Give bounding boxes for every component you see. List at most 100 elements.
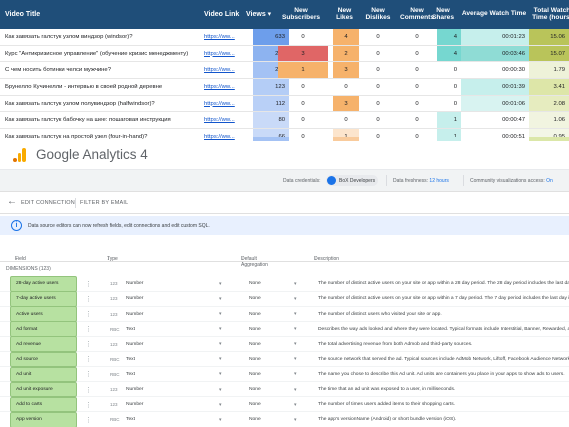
- more-vert-icon[interactable]: ⋮: [85, 291, 92, 307]
- more-vert-icon[interactable]: ⋮: [85, 382, 92, 398]
- more-vert-icon[interactable]: ⋮: [85, 352, 92, 368]
- chevron-down-icon[interactable]: ▾: [294, 321, 297, 337]
- col-new-shares[interactable]: New Shares: [425, 0, 461, 29]
- cell-link[interactable]: https://ww...: [204, 29, 244, 45]
- field-name-chip[interactable]: Ad source: [10, 351, 77, 368]
- field-row[interactable]: 7-day active users ⋮ 123 Number ▾ None ▾ The nu…: [0, 291, 569, 307]
- chevron-down-icon[interactable]: ▾: [219, 352, 222, 368]
- field-type[interactable]: Text: [126, 367, 135, 383]
- field-name-chip[interactable]: Ad revenue: [10, 336, 77, 353]
- more-vert-icon[interactable]: ⋮: [85, 367, 92, 383]
- field-aggregation[interactable]: None: [249, 336, 261, 352]
- chevron-down-icon[interactable]: ▾: [294, 276, 297, 292]
- visualizations-access[interactable]: Community visualizations access: On: [470, 178, 553, 184]
- type-icon: 123: [110, 387, 118, 393]
- field-name-chip[interactable]: Active users: [10, 306, 77, 322]
- chevron-down-icon[interactable]: ▾: [294, 352, 297, 368]
- freshness-label: Data freshness:: [393, 178, 429, 184]
- table-row[interactable]: Как завязать галстук узлом виндзор (wind…: [0, 29, 569, 46]
- col-video-link[interactable]: Video Link: [204, 0, 239, 29]
- chevron-down-icon[interactable]: ▾: [219, 291, 222, 307]
- field-aggregation[interactable]: None: [249, 397, 261, 413]
- field-name-chip[interactable]: 7-day active users: [10, 291, 77, 307]
- cell-link[interactable]: https://ww...: [204, 79, 244, 95]
- cell-link[interactable]: https://ww...: [204, 96, 244, 112]
- field-name-chip[interactable]: Ad unit: [10, 366, 77, 383]
- field-type[interactable]: Number: [126, 397, 143, 413]
- table-row[interactable]: Брунелло Кучинелли - интервью в своей ро…: [0, 79, 569, 96]
- more-vert-icon[interactable]: ⋮: [85, 306, 92, 322]
- chevron-down-icon[interactable]: ▾: [294, 291, 297, 307]
- col-new-subscribers[interactable]: New Subscribers: [278, 0, 324, 29]
- filter-by-email-button[interactable]: FILTER BY EMAIL: [80, 200, 128, 206]
- freshness[interactable]: Data freshness: 12 hours: [393, 178, 449, 184]
- chevron-down-icon[interactable]: ▾: [219, 306, 222, 322]
- field-type[interactable]: Text: [126, 352, 135, 368]
- more-vert-icon[interactable]: ⋮: [85, 397, 92, 413]
- field-row[interactable]: 28-day active users ⋮ 123 Number ▾ None ▾ The n…: [0, 276, 569, 292]
- field-type[interactable]: Number: [126, 276, 143, 292]
- col-average-watch-time[interactable]: Average Watch Time: [458, 0, 530, 29]
- chevron-down-icon[interactable]: ▾: [219, 321, 222, 337]
- cell-link[interactable]: https://ww...: [204, 112, 244, 128]
- chevron-down-icon[interactable]: ▾: [294, 382, 297, 398]
- col-total-watch-time[interactable]: Total Watch Time (hours): [528, 0, 569, 29]
- field-name-chip[interactable]: Ad format: [10, 321, 77, 337]
- field-type[interactable]: Number: [126, 336, 143, 352]
- field-aggregation[interactable]: None: [249, 321, 261, 337]
- field-aggregation[interactable]: None: [249, 291, 261, 307]
- field-row[interactable]: Add to carts ⋮ 123 Number ▾ None ▾ The number o…: [0, 396, 569, 413]
- field-row[interactable]: Ad unit ⋮ RBC Text ▾ None ▾ The name you chose …: [0, 366, 569, 383]
- field-name-chip[interactable]: App version: [10, 411, 77, 427]
- field-aggregation[interactable]: None: [249, 306, 261, 322]
- table-row[interactable]: Как завязать галстук бабочку на шее: пош…: [0, 112, 569, 130]
- chevron-down-icon[interactable]: ▾: [219, 397, 222, 413]
- chevron-down-icon[interactable]: ▾: [294, 397, 297, 413]
- chevron-down-icon[interactable]: ▾: [219, 276, 222, 292]
- field-aggregation[interactable]: None: [249, 352, 261, 368]
- chevron-down-icon[interactable]: ▾: [219, 336, 222, 352]
- field-row[interactable]: Ad source ⋮ RBC Text ▾ None ▾ The source networ…: [0, 351, 569, 368]
- field-type[interactable]: Number: [126, 291, 143, 307]
- col-new-likes[interactable]: New Likes: [331, 0, 358, 29]
- more-vert-icon[interactable]: ⋮: [85, 412, 92, 427]
- col-views[interactable]: Views ▾: [246, 0, 271, 29]
- field-row[interactable]: Active users ⋮ 123 Number ▾ None ▾ The number o…: [0, 306, 569, 322]
- field-row[interactable]: Ad revenue ⋮ 123 Number ▾ None ▾ The total adve…: [0, 336, 569, 353]
- edit-connection-button[interactable]: EDIT CONNECTION: [21, 200, 75, 206]
- table-row[interactable]: С чем носить ботинки челси мужчине? https…: [0, 62, 569, 80]
- arrow-back-icon[interactable]: ←: [7, 196, 17, 207]
- chevron-down-icon[interactable]: ▾: [294, 367, 297, 383]
- field-type[interactable]: Number: [126, 306, 143, 322]
- field-aggregation[interactable]: None: [249, 367, 261, 383]
- field-aggregation[interactable]: None: [249, 412, 261, 427]
- table-row[interactable]: Курс "Антикризисное управление" (обучени…: [0, 45, 569, 63]
- more-vert-icon[interactable]: ⋮: [85, 321, 92, 337]
- col-video-title[interactable]: Video Title: [5, 0, 40, 29]
- more-vert-icon[interactable]: ⋮: [85, 336, 92, 352]
- chevron-down-icon[interactable]: ▾: [219, 412, 222, 427]
- more-vert-icon[interactable]: ⋮: [85, 276, 92, 292]
- chevron-down-icon[interactable]: ▾: [219, 367, 222, 383]
- ga-title: Google Analytics 4: [36, 147, 148, 162]
- chevron-down-icon[interactable]: ▾: [294, 306, 297, 322]
- field-row[interactable]: App version ⋮ RBC Text ▾ None ▾ The app's versi…: [0, 411, 569, 427]
- field-row[interactable]: Ad unit exposure ⋮ 123 Number ▾ None ▾ The time…: [0, 381, 569, 398]
- cell-link[interactable]: https://ww...: [204, 46, 244, 62]
- field-aggregation[interactable]: None: [249, 276, 261, 292]
- chevron-down-icon[interactable]: ▾: [219, 382, 222, 398]
- field-type[interactable]: Text: [126, 412, 135, 427]
- cell-link[interactable]: https://ww...: [204, 62, 244, 78]
- col-new-dislikes[interactable]: New Dislikes: [359, 0, 397, 29]
- field-type[interactable]: Text: [126, 321, 135, 337]
- table-row[interactable]: Как завязать галстук узлом полувиндзор (…: [0, 95, 569, 113]
- field-type[interactable]: Number: [126, 382, 143, 398]
- credentials-chip[interactable]: BoX Developers: [326, 175, 378, 186]
- chevron-down-icon[interactable]: ▾: [294, 336, 297, 352]
- field-aggregation[interactable]: None: [249, 382, 261, 398]
- field-name-chip[interactable]: 28-day active users: [10, 276, 77, 292]
- field-name-chip[interactable]: Ad unit exposure: [10, 381, 77, 398]
- chevron-down-icon[interactable]: ▾: [294, 412, 297, 427]
- field-row[interactable]: Ad format ⋮ RBC Text ▾ None ▾ Describes the way…: [0, 321, 569, 337]
- field-name-chip[interactable]: Add to carts: [10, 396, 77, 413]
